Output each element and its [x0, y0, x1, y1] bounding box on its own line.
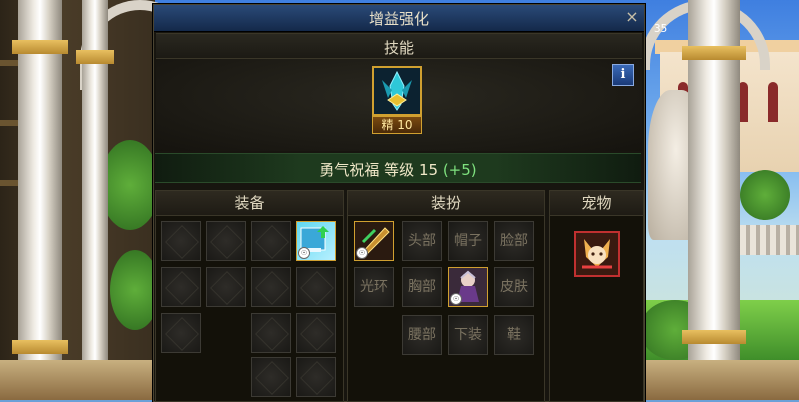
skill-level-text: 勇气祝福 等级 15 (+5) [155, 159, 641, 180]
dialog-title: 增益强化 [368, 10, 429, 28]
equipment-slot[interactable] [206, 221, 246, 261]
skill-icon[interactable] [372, 66, 422, 116]
avatar-slot-hat[interactable]: 帽子 [448, 221, 488, 261]
avatar-slot-head[interactable]: 头部 [402, 221, 442, 261]
sword-buff-icon [374, 68, 420, 114]
skill-section-title: 技能 [383, 39, 414, 57]
close-icon[interactable]: × [622, 6, 642, 28]
ivy-vine [100, 140, 160, 230]
skill-section-header: 技能 [156, 33, 642, 59]
slot-label: 鞋 [507, 327, 521, 343]
equipment-slot[interactable] [161, 267, 201, 307]
avatar-slot-face[interactable]: 脸部 [494, 221, 534, 261]
slot-label: 腰部 [408, 327, 436, 343]
pillar-capital [12, 40, 68, 54]
equipment-slot[interactable] [251, 313, 291, 353]
bound-mark-icon: ☉ [450, 293, 462, 305]
slot-label: 脸部 [500, 233, 528, 249]
avatar-slot-pants[interactable]: 下装 [448, 315, 488, 355]
avatar-slot-skin[interactable]: 皮肤 [494, 267, 534, 307]
slot-label: 帽子 [454, 233, 482, 249]
tree [740, 170, 790, 220]
pillar-capital [76, 50, 114, 64]
pet-title: 宠物 [550, 191, 643, 216]
level-bonus: (+5) [442, 161, 477, 179]
info-button[interactable]: i [612, 64, 634, 86]
avatar-slot-waist[interactable]: 腰部 [402, 315, 442, 355]
equipment-panel: 装备 ☉ [155, 190, 344, 402]
skill-rank-badge: 精 10 [372, 116, 422, 134]
avatar-slot-shoes[interactable]: 鞋 [494, 315, 534, 355]
corner-counter: 35 [654, 22, 668, 35]
avatar-slot-aura[interactable]: 光环 [354, 267, 394, 307]
slot-label: 头部 [408, 233, 436, 249]
equipment-slot[interactable] [296, 313, 336, 353]
equipment-slot[interactable] [251, 221, 291, 261]
equipment-slot[interactable] [251, 357, 291, 397]
equipment-slot[interactable] [296, 357, 336, 397]
pet-slot[interactable] [574, 231, 620, 277]
dialog-titlebar[interactable]: 增益强化 × [154, 5, 644, 32]
avatar-slot-chest[interactable]: 胸部 [402, 267, 442, 307]
skill-level-bar: 勇气祝福 等级 15 (+5) [155, 153, 641, 183]
pillar-capital [682, 46, 746, 60]
pillar-base [682, 330, 746, 344]
equipment-slot[interactable] [161, 313, 201, 353]
equipment-slot[interactable] [206, 267, 246, 307]
slot-label: 下装 [454, 327, 482, 343]
skill-name: 勇气祝福 [319, 161, 380, 179]
weapon-avatar-slot[interactable]: ☉ [354, 221, 394, 261]
slot-label: 皮肤 [500, 279, 528, 295]
bound-mark-icon: ☉ [356, 247, 368, 259]
pet-fox-icon [582, 239, 612, 269]
slot-label: 光环 [360, 279, 388, 295]
pet-panel: 宠物 [549, 190, 644, 402]
top-avatar-slot[interactable]: ☉ [448, 267, 488, 307]
equipment-slot[interactable] [161, 221, 201, 261]
balustrade [730, 225, 799, 255]
avatar-title: 装扮 [348, 191, 544, 216]
slot-label: 胸部 [408, 279, 436, 295]
level-label: 等级 [384, 161, 415, 179]
equipment-slot[interactable] [251, 267, 291, 307]
avatar-panel: 装扮 ☉ 头部 帽子 脸部 光环 胸部 ☉ 皮肤 腰部 下装 鞋 [347, 190, 545, 402]
equipped-item-slot[interactable]: ☉ [296, 221, 336, 261]
equipment-title: 装备 [156, 191, 343, 216]
bound-mark-icon: ☉ [298, 247, 310, 259]
equipment-slot[interactable] [296, 267, 336, 307]
building-window [768, 82, 778, 122]
level-value: 15 [418, 161, 439, 179]
pillar-base [12, 340, 68, 354]
